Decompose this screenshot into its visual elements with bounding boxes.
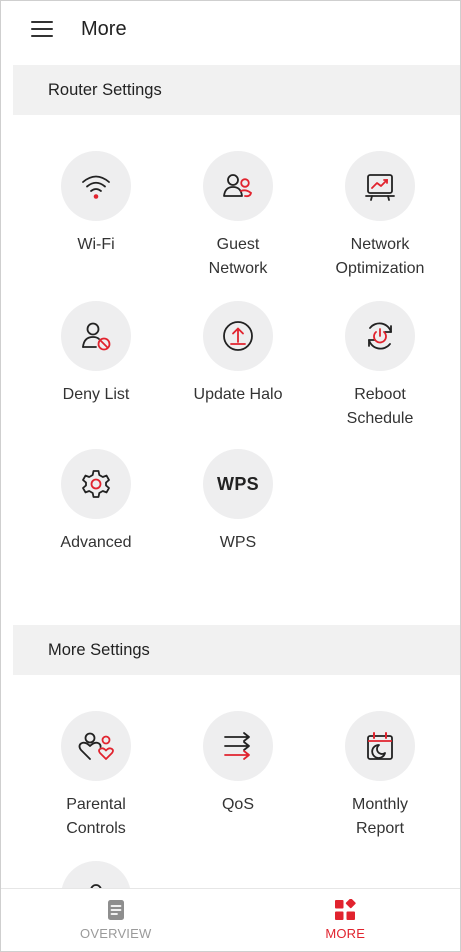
network-optimization-label: Network Optimization xyxy=(335,236,425,277)
qos-tile[interactable]: QoS xyxy=(168,711,308,817)
tab-more[interactable]: MORE xyxy=(231,889,461,951)
parental-controls-icon xyxy=(78,732,114,760)
deny-list-tile[interactable]: Deny List xyxy=(26,301,166,407)
tab-overview-label: OVERVIEW xyxy=(80,926,152,941)
wifi-icon xyxy=(82,175,110,199)
monthly-report-label: Monthly Report xyxy=(351,796,409,837)
monthly-report-tile[interactable]: Monthly Report xyxy=(310,711,450,841)
guest-network-label: Guest Network xyxy=(208,236,268,277)
section-header-more-settings: More Settings xyxy=(13,625,460,675)
monthly-report-icon xyxy=(367,732,393,760)
gear-icon xyxy=(82,470,110,498)
parental-controls-label: Parental Controls xyxy=(66,796,126,837)
menu-icon[interactable] xyxy=(31,21,53,37)
update-halo-label: Update Halo xyxy=(193,386,283,403)
qos-icon xyxy=(224,732,250,760)
more-grid-icon xyxy=(335,899,356,920)
reboot-schedule-label: Reboot Schedule xyxy=(346,386,414,427)
reboot-schedule-icon xyxy=(368,322,392,350)
tab-overview[interactable]: OVERVIEW xyxy=(1,889,231,951)
wifi-tile[interactable]: Wi-Fi xyxy=(26,151,166,257)
document-icon xyxy=(107,900,124,920)
advanced-label: Advanced xyxy=(60,534,132,551)
wps-tile[interactable]: WPS WPS xyxy=(168,449,308,555)
reboot-schedule-tile[interactable]: Reboot Schedule xyxy=(310,301,450,431)
screen: More Router Settings Wi-Fi Guest Network… xyxy=(0,0,461,952)
guest-network-icon xyxy=(223,174,253,198)
guest-network-tile[interactable]: Guest Network xyxy=(168,151,308,281)
update-halo-tile[interactable]: Update Halo xyxy=(168,301,308,407)
tab-more-label: MORE xyxy=(325,926,366,941)
update-icon xyxy=(223,321,253,351)
bottom-nav: OVERVIEW MORE xyxy=(1,888,460,951)
app-header: More xyxy=(1,1,460,57)
network-optimization-tile[interactable]: Network Optimization xyxy=(310,151,450,281)
qos-label: QoS xyxy=(221,796,254,813)
wps-label: WPS xyxy=(219,534,257,551)
parental-controls-tile[interactable]: Parental Controls xyxy=(26,711,166,841)
page-title: More xyxy=(81,17,127,40)
deny-list-label: Deny List xyxy=(62,386,130,403)
advanced-tile[interactable]: Advanced xyxy=(26,449,166,555)
wifi-label: Wi-Fi xyxy=(77,236,115,253)
deny-list-icon xyxy=(82,322,111,351)
network-optimization-icon xyxy=(365,174,395,201)
section-header-router-settings: Router Settings xyxy=(13,65,460,115)
wps-icon: WPS xyxy=(217,473,259,494)
